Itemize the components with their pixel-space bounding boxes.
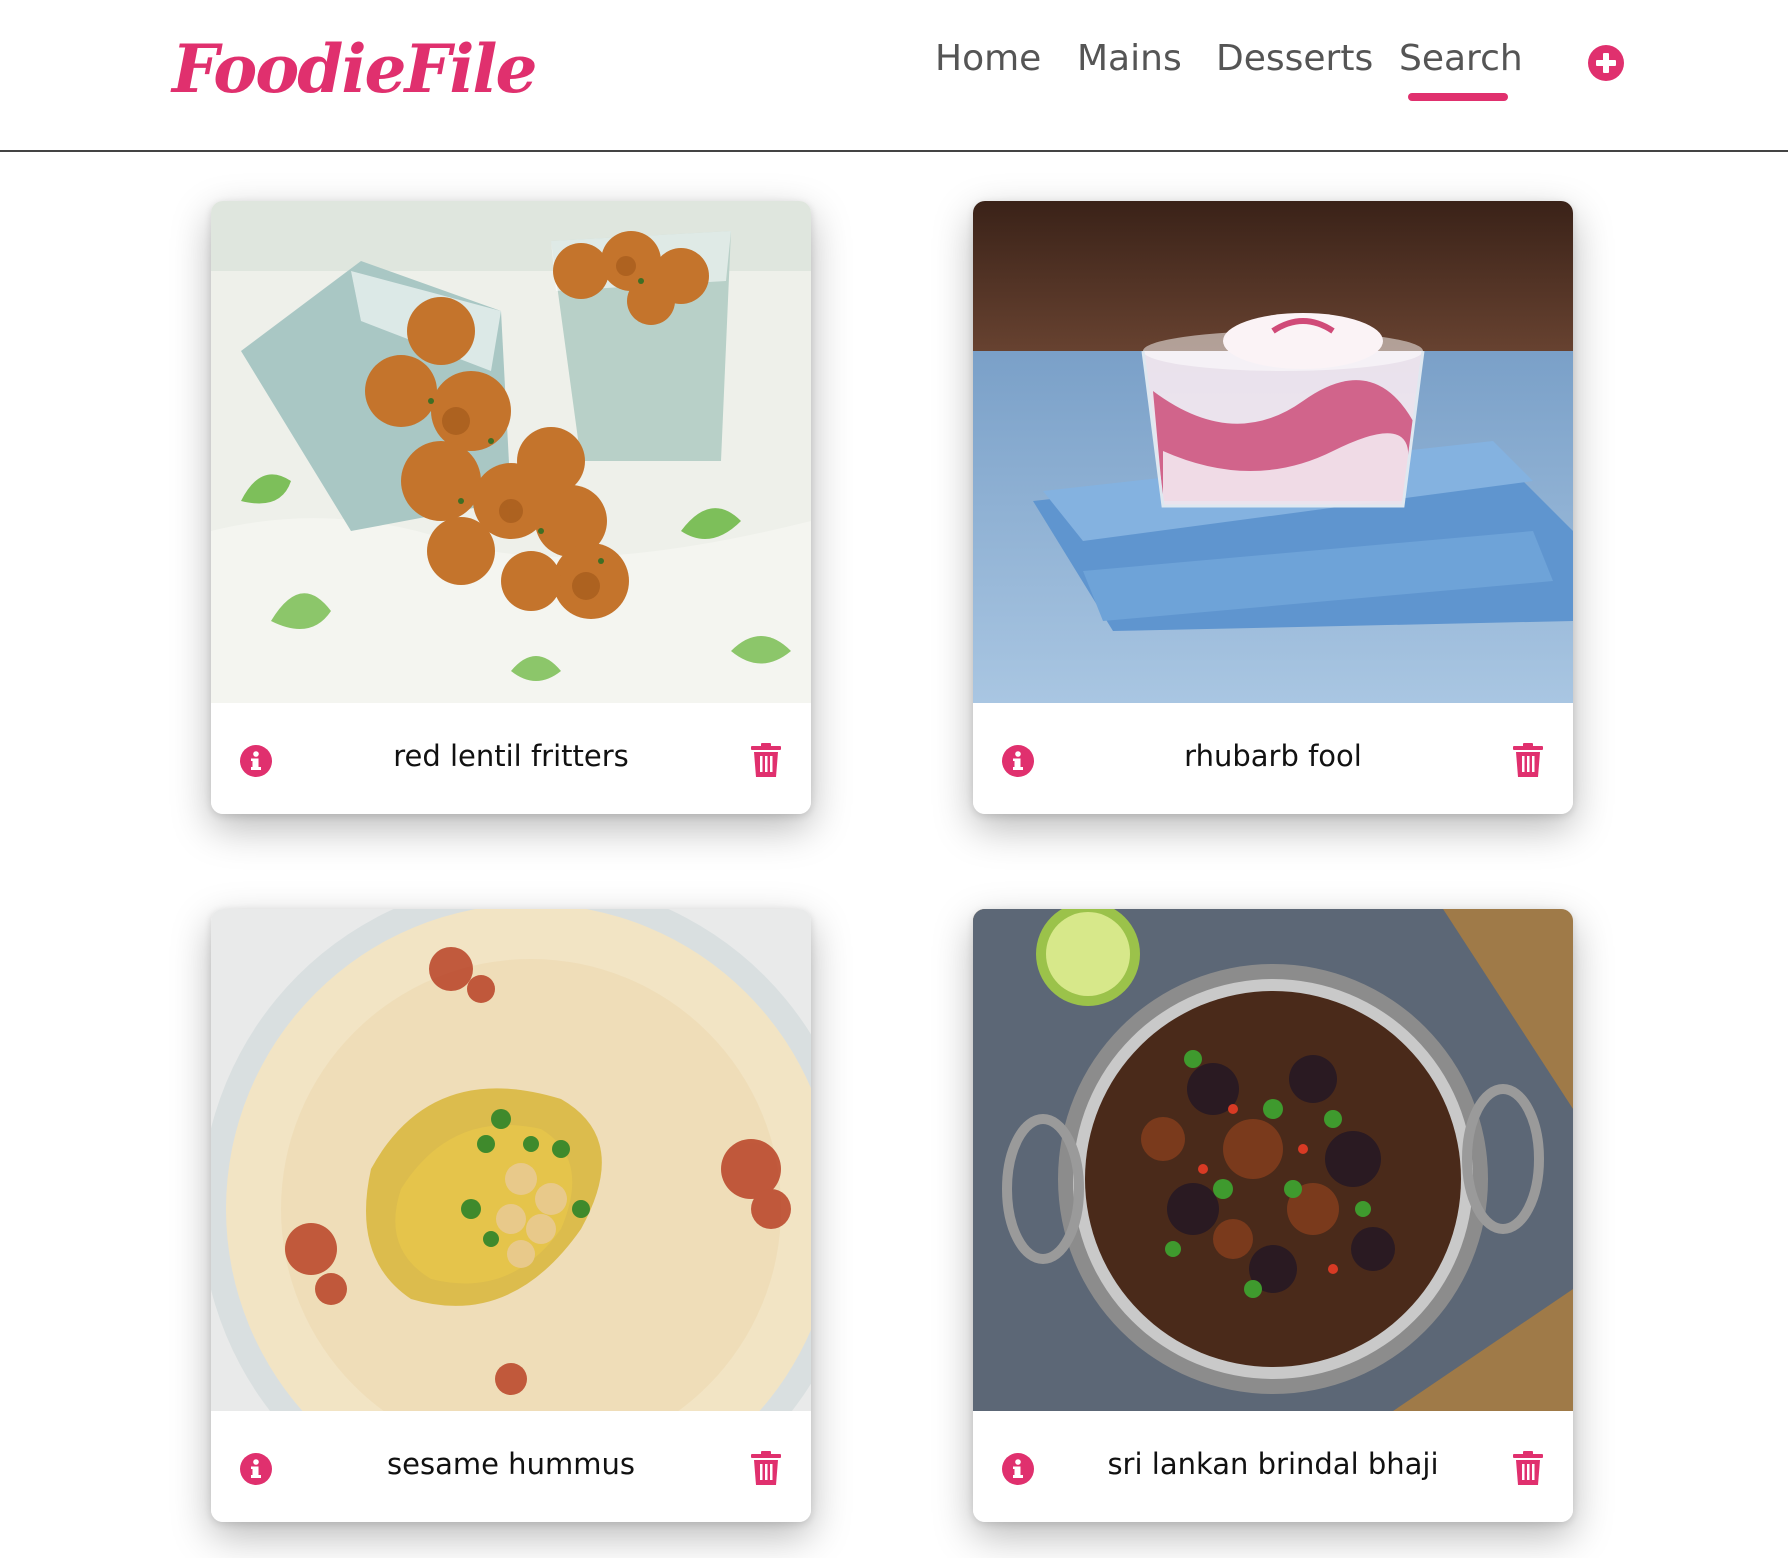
recipe-card[interactable]: red lentil fritters bbox=[211, 201, 811, 814]
info-icon[interactable] bbox=[1002, 745, 1034, 777]
recipe-title: rhubarb fool bbox=[1184, 739, 1362, 773]
recipe-image-fritters[interactable] bbox=[211, 201, 811, 703]
plus-circle-icon bbox=[1596, 53, 1616, 73]
nav-desserts-link[interactable]: Desserts bbox=[1216, 38, 1373, 79]
recipe-title: sesame hummus bbox=[387, 1447, 635, 1481]
add-recipe-button[interactable] bbox=[1588, 45, 1624, 81]
recipe-title: red lentil fritters bbox=[393, 739, 629, 773]
header: FoodieFile Home Mains Desserts Search bbox=[0, 0, 1788, 152]
recipe-image-rhubarb-fool[interactable] bbox=[973, 201, 1573, 703]
recipe-card[interactable]: sesame hummus bbox=[211, 909, 811, 1522]
recipe-card[interactable]: sri lankan brindal bhaji bbox=[973, 909, 1573, 1522]
info-icon[interactable] bbox=[240, 745, 272, 777]
app: FoodieFile Home Mains Desserts Search re… bbox=[0, 0, 1788, 1558]
recipe-image-hummus[interactable] bbox=[211, 909, 811, 1411]
card-footer: sesame hummus bbox=[211, 1411, 811, 1522]
recipe-image-bhaji[interactable] bbox=[973, 909, 1573, 1411]
trash-icon[interactable] bbox=[751, 743, 781, 777]
card-footer: red lentil fritters bbox=[211, 703, 811, 814]
trash-icon[interactable] bbox=[751, 1451, 781, 1485]
info-icon[interactable] bbox=[1002, 1453, 1034, 1485]
active-nav-indicator bbox=[1408, 93, 1508, 101]
info-icon[interactable] bbox=[240, 1453, 272, 1485]
trash-icon[interactable] bbox=[1513, 1451, 1543, 1485]
card-footer: sri lankan brindal bhaji bbox=[973, 1411, 1573, 1522]
nav-home-link[interactable]: Home bbox=[935, 38, 1041, 79]
nav-search-link[interactable]: Search bbox=[1399, 38, 1523, 79]
card-footer: rhubarb fool bbox=[973, 703, 1573, 814]
recipe-card[interactable]: rhubarb fool bbox=[973, 201, 1573, 814]
logo[interactable]: FoodieFile bbox=[172, 30, 537, 108]
trash-icon[interactable] bbox=[1513, 743, 1543, 777]
recipe-title: sri lankan brindal bhaji bbox=[1107, 1447, 1439, 1481]
nav-mains-link[interactable]: Mains bbox=[1077, 38, 1182, 79]
